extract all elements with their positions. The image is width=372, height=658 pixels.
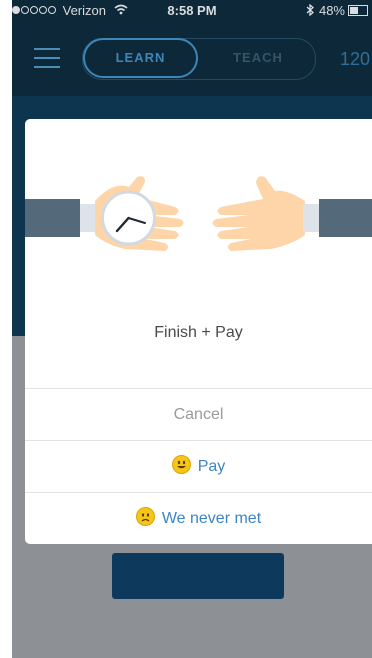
background-action-button (112, 553, 284, 599)
pay-label: Pay (197, 458, 226, 475)
battery-percent: 48% (318, 3, 345, 18)
left-sleeve (25, 199, 80, 237)
pay-button[interactable]: Pay (25, 440, 372, 493)
tab-learn[interactable]: LEARN (83, 38, 198, 78)
mode-toggle: LEARN TEACH (82, 38, 316, 80)
right-hand-icon (212, 176, 305, 251)
cancel-button[interactable]: Cancel (25, 388, 372, 441)
tab-teach[interactable]: TEACH (203, 39, 313, 79)
battery-fill (350, 7, 358, 14)
frowning-face-icon (135, 507, 155, 526)
status-bar: Verizon 8:58 PM 48% (12, 0, 372, 20)
finish-pay-dialog: Finish + Pay Cancel Pay We never met (25, 119, 372, 544)
battery-status: 48% (306, 3, 368, 18)
right-cuff (303, 204, 319, 232)
we-never-met-label: We never met (161, 510, 262, 527)
credits-count[interactable]: 120 (340, 49, 370, 70)
we-never-met-button[interactable]: We never met (25, 492, 372, 544)
cancel-label: Cancel (173, 406, 224, 423)
battery-icon (348, 5, 368, 16)
clock-icon (101, 190, 156, 246)
grinning-face-icon (171, 455, 191, 474)
handshake-illustration (25, 176, 372, 251)
bluetooth-icon (306, 3, 319, 18)
dialog-title: Finish + Pay (154, 324, 243, 341)
hamburger-menu-icon[interactable] (34, 48, 60, 70)
right-sleeve (319, 199, 372, 237)
